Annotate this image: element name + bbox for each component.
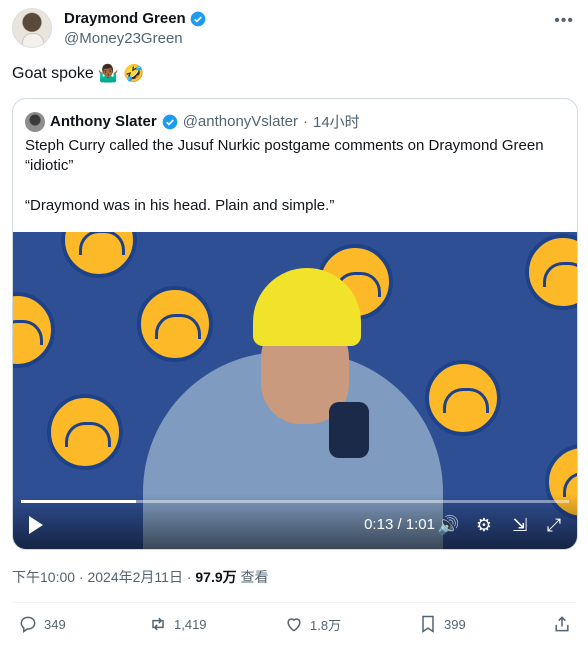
warriors-logo xyxy=(525,234,577,310)
warriors-logo xyxy=(137,286,213,362)
quoted-paragraph: “Draymond was in his head. Plain and sim… xyxy=(25,197,335,214)
settings-icon[interactable]: ⚙ xyxy=(473,514,495,536)
tweet-text: Goat spoke 🤷🏾‍♂️ 🤣 xyxy=(12,64,144,84)
like-count: 1.8万 xyxy=(310,617,342,633)
warriors-logo xyxy=(61,232,137,278)
quoted-paragraph: Steph Curry called the Jusuf Nurkic post… xyxy=(25,137,544,174)
quoted-timestamp[interactable]: 14小时 xyxy=(313,111,360,132)
microphone xyxy=(329,402,369,458)
fullscreen-icon[interactable]: ⤢ xyxy=(543,514,565,536)
bookmark-button[interactable]: 399 xyxy=(418,614,466,634)
verified-badge-icon xyxy=(162,114,178,129)
tweet-meta: 下午10:00 · 2024年2月11日 · 97.9万 查看 xyxy=(12,567,269,587)
more-options-icon[interactable]: ••• xyxy=(554,12,574,30)
quoted-tweet[interactable]: Anthony Slater @anthonyVslater · 14小时 St… xyxy=(12,98,578,550)
quoted-author-avatar[interactable] xyxy=(25,111,45,132)
tweet-body: Goat spoke xyxy=(12,65,94,82)
bookmark-icon xyxy=(422,615,434,633)
laughing-emoji: 🤣 xyxy=(123,64,145,84)
warriors-logo xyxy=(13,292,55,368)
tweet-header: Draymond Green @Money23Green ••• xyxy=(12,8,576,50)
reply-button[interactable]: 349 xyxy=(18,614,66,634)
view-count: 97.9万 xyxy=(195,569,237,585)
reply-icon xyxy=(20,616,36,633)
popout-icon[interactable]: ⇲ xyxy=(509,514,531,536)
author-handle[interactable]: @Money23Green xyxy=(64,30,183,47)
author-name-row[interactable]: Draymond Green xyxy=(64,10,206,27)
action-bar: 349 1,419 1.8万 399 xyxy=(12,614,576,640)
repost-icon xyxy=(152,617,164,631)
repost-button[interactable]: 1,419 xyxy=(148,614,207,634)
timestamp[interactable]: 下午10:00 · 2024年2月11日 · xyxy=(12,569,195,585)
quoted-author-handle[interactable]: @anthonyVslater xyxy=(183,113,298,130)
views-label: 查看 xyxy=(236,569,269,585)
repost-count: 1,419 xyxy=(174,616,207,632)
author-name[interactable]: Draymond Green xyxy=(64,10,186,27)
volume-icon[interactable]: 🔊 xyxy=(437,514,459,536)
video-progress-bar[interactable] xyxy=(21,500,569,503)
like-button[interactable]: 1.8万 xyxy=(284,614,341,634)
divider xyxy=(12,602,576,603)
quoted-tweet-text: Steph Curry called the Jusuf Nurkic post… xyxy=(25,136,565,236)
quoted-author-name[interactable]: Anthony Slater xyxy=(50,113,157,130)
reply-count: 349 xyxy=(44,616,66,632)
quoted-tweet-header: Anthony Slater @anthonyVslater · 14小时 xyxy=(25,111,360,132)
video-player[interactable]: 0:13 / 1:01 🔊 ⚙ ⇲ ⤢ xyxy=(13,232,577,549)
author-avatar[interactable] xyxy=(12,8,52,48)
separator-dot: · xyxy=(302,113,308,130)
shrug-emoji: 🤷🏾‍♂️ xyxy=(97,64,119,84)
video-controls: 0:13 / 1:01 🔊 ⚙ ⇲ ⤢ xyxy=(13,494,577,549)
warriors-logo xyxy=(47,394,123,470)
share-icon xyxy=(555,616,569,632)
heart-icon xyxy=(287,618,301,632)
play-icon[interactable] xyxy=(29,516,43,534)
video-time: 0:13 / 1:01 xyxy=(364,516,435,533)
warriors-logo xyxy=(425,360,501,436)
verified-badge-icon xyxy=(190,11,206,26)
video-progress-fill xyxy=(21,500,137,503)
bookmark-count: 399 xyxy=(444,616,466,632)
share-button[interactable] xyxy=(552,614,572,634)
